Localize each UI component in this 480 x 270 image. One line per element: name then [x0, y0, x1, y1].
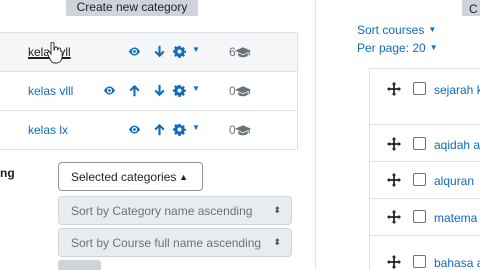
course-checkbox[interactable] [413, 210, 426, 223]
selected-categories-select[interactable]: Selected categories ▲ [58, 162, 203, 191]
sort-submit-button[interactable] [58, 260, 101, 270]
sort-courses-dropdown[interactable]: Sort courses ▼ [357, 23, 436, 37]
course-row: bahasa a [370, 236, 480, 270]
eye-icon[interactable] [102, 83, 116, 97]
caret-down-icon: ▼ [429, 43, 438, 52]
graduation-cap-icon [234, 86, 251, 97]
eye-icon[interactable] [127, 122, 141, 136]
sort-course-select: Sort by Course full name ascending ⬍ [58, 228, 292, 257]
sort-label: ng [0, 166, 15, 180]
course-list: sejarah k aqidah a alquran matema bahasa… [369, 68, 480, 270]
caret-down-icon[interactable]: ▼ [192, 124, 200, 132]
category-row: kelas lx ▼ 0 [0, 111, 298, 150]
selected-categories-label: Selected categories [71, 169, 177, 184]
panel-divider [315, 0, 316, 270]
move-icon[interactable] [387, 82, 401, 96]
graduation-cap-icon [234, 47, 251, 58]
gear-icon[interactable] [172, 83, 186, 97]
course-checkbox[interactable] [413, 173, 426, 186]
category-row: kelas vlll ▼ 0 [0, 72, 298, 111]
course-link[interactable]: sejarah k [434, 83, 480, 97]
course-count: 6 [229, 45, 251, 59]
course-row: alquran [370, 162, 480, 199]
move-icon[interactable] [387, 173, 401, 187]
category-link[interactable]: kelas lx [28, 123, 68, 137]
gear-icon[interactable] [172, 44, 186, 58]
caret-down-icon[interactable]: ▼ [192, 85, 200, 93]
course-row: aqidah a [370, 125, 480, 162]
move-icon[interactable] [387, 255, 401, 269]
hand-pointer-icon [46, 42, 63, 64]
arrow-down-icon[interactable] [152, 44, 166, 58]
sort-category-select: Sort by Category name ascending ⬍ [58, 196, 292, 225]
course-checkbox[interactable] [413, 137, 426, 150]
eye-icon[interactable] [127, 44, 141, 58]
arrow-up-icon[interactable] [152, 122, 166, 136]
sort-category-label: Sort by Category name ascending [71, 203, 253, 218]
sort-arrows-icon: ▲ [179, 172, 188, 182]
sort-arrows-icon: ⬍ [273, 205, 281, 215]
category-row: kelas vll ▼ 6 [0, 33, 298, 72]
right-top-button[interactable]: C [462, 0, 480, 16]
course-checkbox[interactable] [413, 82, 426, 95]
move-icon[interactable] [387, 210, 401, 224]
course-row: sejarah k [370, 69, 480, 125]
gear-icon[interactable] [172, 122, 186, 136]
course-link[interactable]: alquran [434, 174, 474, 188]
move-icon[interactable] [387, 137, 401, 151]
course-link[interactable]: bahasa a [434, 256, 480, 270]
per-page-dropdown[interactable]: Per page: 20 ▼ [357, 41, 438, 55]
course-link[interactable]: aqidah a [434, 138, 480, 152]
course-link[interactable]: matema [434, 211, 477, 225]
category-link[interactable]: kelas vlll [28, 84, 73, 98]
caret-down-icon[interactable]: ▼ [192, 46, 200, 54]
caret-down-icon: ▼ [428, 25, 437, 34]
arrow-down-icon[interactable] [152, 83, 166, 97]
category-list: kelas vll ▼ 6 kelas vlll ▼ 0 kelas lx ▼ … [0, 32, 298, 150]
sort-arrows-icon: ⬍ [273, 237, 281, 247]
course-row: matema [370, 199, 480, 236]
create-new-category-button[interactable]: Create new category [66, 0, 198, 16]
course-checkbox[interactable] [413, 255, 426, 268]
graduation-cap-icon [234, 125, 251, 136]
course-count: 0 [229, 84, 251, 98]
arrow-up-icon[interactable] [127, 83, 141, 97]
course-count: 0 [229, 123, 251, 137]
sort-course-label: Sort by Course full name ascending [71, 235, 262, 250]
